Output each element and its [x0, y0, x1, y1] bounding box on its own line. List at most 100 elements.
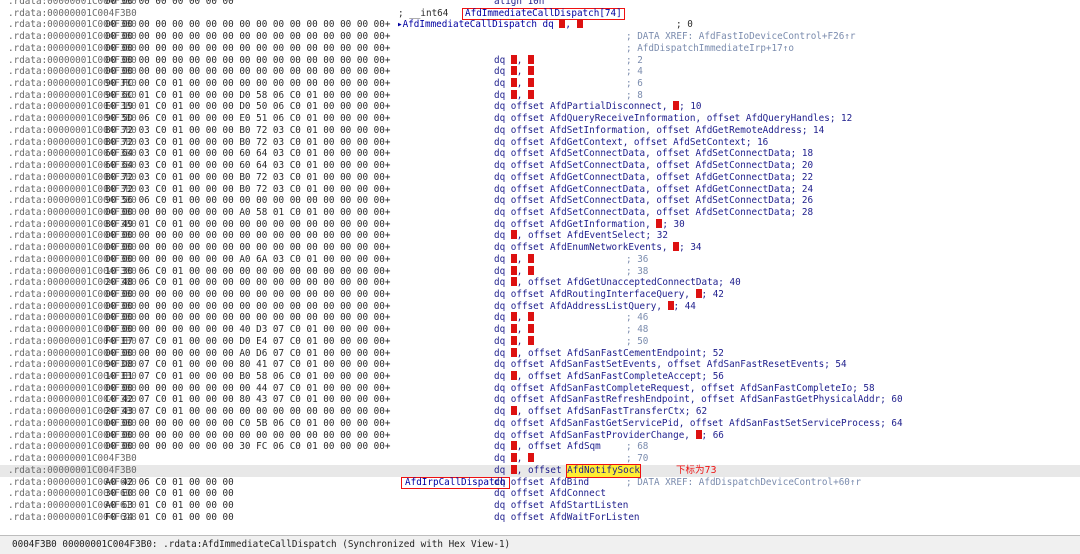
code-text: dq offset AfdSanFastRefreshEndpoint, off… — [494, 394, 903, 406]
code-text: dq , offset AfdSanFastCementEndpoint; 52 — [494, 347, 724, 359]
code-text: dq offset AfdPartialDisconnect, ; 10 — [494, 101, 702, 113]
hex-bytes: 00 00 00 00 00 00 00 00 A0 D6 07 C0 01 0… — [105, 347, 391, 359]
code-line[interactable]: .rdata:00000001C004F3B0 00 00 00 00 00 00… — [0, 54, 1080, 67]
code-line[interactable]: .rdata:00000001C004F3B0 00 00 00 00 00 00… — [0, 43, 1080, 55]
hex-bytes: 00 00 00 00 00 00 00 00 00 00 00 00 00 0… — [105, 54, 391, 66]
code-line[interactable]: .rdata:00000001C004F3B0 C0 42 07 C0 01 00… — [0, 394, 1080, 406]
hex-bytes: 00 00 00 00 00 00 00 00 00 00 00 00 00 0… — [105, 289, 391, 300]
code-line[interactable]: .rdata:00000001C004F3B0 60 64 03 C0 01 00… — [0, 160, 1080, 172]
hex-bytes: 90 FC 00 C0 01 00 00 00 00 00 00 00 00 0… — [105, 78, 391, 90]
code-text: dq offset AfdEnumNetworkEvents, ; 34 — [494, 242, 702, 254]
code-line[interactable]: .rdata:00000001C004F3B0 00 00 00 00 00 00… — [0, 0, 1080, 8]
hex-bytes: 00 00 00 00 00 00 00 00 00 00 00 00 00 0… — [105, 312, 391, 324]
redaction-block — [528, 89, 534, 99]
afd-notify-sock-highlight[interactable]: AfdNotifySock — [566, 463, 641, 478]
code-text: dq offset AfdWaitForListen — [494, 511, 640, 523]
code-line[interactable]: .rdata:00000001C004F3B0 ; __int64 AfdImmed… — [0, 7, 1080, 20]
hex-bytes: A0 63 01 C0 01 00 00 00 — [105, 499, 234, 511]
comment: ; 6 — [626, 78, 643, 90]
code-text: dq offset AfdSetConnectData, offset AfdS… — [494, 148, 814, 160]
decl-type: ; __int64 — [398, 7, 449, 19]
code-line[interactable]: .rdata:00000001C004F3B0 B0 72 03 C0 01 00… — [0, 137, 1080, 149]
code-line[interactable]: .rdata:00000001C004F3B0 00 00 00 00 00 00… — [0, 230, 1080, 242]
hex-bytes: F0 34 01 C0 01 00 00 00 — [105, 511, 234, 523]
code-text: dq offset AfdSetConnectData, offset AfdS… — [494, 195, 814, 207]
code-line[interactable]: .rdata:00000001C004F3B0 00 00 00 00 00 00… — [0, 66, 1080, 78]
redaction-block — [510, 230, 517, 240]
line-address: .rdata:00000001C004F3B0 — [8, 464, 137, 476]
redaction-block — [673, 101, 680, 111]
redaction-block — [695, 289, 702, 298]
code-line[interactable]: .rdata:00000001C004F3B0 00 00 00 00 00 00… — [0, 253, 1080, 266]
code-text: dq offset AfdQueryReceiveInformation, of… — [494, 113, 853, 125]
disassembly-view[interactable]: .rdata:00000001C004F3B0 00 00 00 00 00 00… — [0, 0, 1080, 553]
hex-bytes: 00 00 00 00 00 00 00 00 00 00 00 00 00 0… — [105, 300, 391, 312]
code-text: dq , — [494, 324, 534, 336]
hex-bytes: 90 56 06 C0 01 00 00 00 00 00 00 00 00 0… — [105, 195, 391, 207]
code-line[interactable]: .rdata:00000001C004F608 30 E0 00 C0 01 00… — [0, 488, 1080, 500]
code-line[interactable]: .rdata:00000001C004F3B0 B0 72 03 C0 01 00… — [0, 125, 1080, 137]
code-line[interactable]: .rdata:00000001C004F3B0 00 00 00 00 00 00… — [0, 347, 1080, 360]
hex-bytes: A0 42 06 C0 01 00 00 00 — [105, 476, 234, 488]
code-line[interactable]: .rdata:00000001C004F3B0 00 00 00 00 00 00… — [0, 383, 1080, 395]
code-text: dq offset AfdConnect — [494, 488, 606, 500]
code-line[interactable]: .rdata:00000001C004F3B0 60 64 03 C0 01 00… — [0, 148, 1080, 160]
comment: ; 2 — [626, 54, 643, 66]
code-line[interactable]: .rdata:00000001C004F3B0 90 56 06 C0 01 00… — [0, 195, 1080, 207]
code-text: dq offset AfdSanFastSetEvents, offset Af… — [494, 359, 847, 371]
line-address: .rdata:00000001C004F3B0 — [8, 7, 137, 19]
hex-bytes: 00 00 00 00 00 00 00 00 00 44 07 C0 01 0… — [105, 382, 391, 394]
code-line[interactable]: .rdata:00000001C004F3B0 80 49 01 C0 01 00… — [0, 218, 1080, 231]
hex-bytes: 00 00 00 00 00 00 00 00 C0 5B 06 C0 01 0… — [105, 417, 391, 429]
code-line[interactable]: .rdata:00000001C004F3B0 10 E1 07 C0 01 00… — [0, 371, 1080, 383]
code-line[interactable]: .rdata:00000001C004F3B0 00 00 00 00 00 00… — [0, 300, 1080, 313]
code-text: dq , offset AfdSqm — [494, 441, 601, 453]
hex-bytes: 20 48 06 C0 01 00 00 00 00 00 00 00 00 0… — [105, 277, 391, 289]
hex-bytes: 00 00 00 00 00 00 00 00 A0 58 01 C0 01 0… — [105, 206, 391, 218]
code-line[interactable]: .rdata:00000001C004F3B0 90 5D 06 C0 01 00… — [0, 113, 1080, 125]
code-line[interactable]: .rdata:00000001C004F3B0 B0 72 03 C0 01 00… — [0, 172, 1080, 184]
hex-bytes: 00 00 00 00 00 00 00 00 00 00 00 00 00 0… — [105, 242, 391, 254]
code-line[interactable]: .rdata:00000001C004F3B0 20 48 06 C0 01 00… — [0, 277, 1080, 289]
code-line[interactable]: .rdata:00000001C004F3B0 00 00 00 00 00 00… — [0, 324, 1080, 336]
decl-name-boxed[interactable]: AfdImmediateCallDispatch[74] — [462, 7, 625, 20]
redaction-block — [528, 253, 534, 263]
hex-bytes: 90 5D 06 C0 01 00 00 00 E0 51 06 C0 01 0… — [105, 113, 391, 125]
code-line[interactable]: .rdata:00000001C004F3B0 90 D8 07 C0 01 00… — [0, 359, 1080, 371]
code-line[interactable]: .rdata:00000001C004F3B0 00 00 00 00 00 00… — [0, 441, 1080, 453]
code-text: dq , — [494, 312, 534, 324]
code-line[interactable]: .rdata:00000001C004F3B0 E0 19 01 C0 01 00… — [0, 101, 1080, 113]
redaction-block — [510, 78, 517, 88]
code-line[interactable]: .rdata:00000001C004F3B0 dq , ; 70 — [0, 453, 1080, 465]
hex-bytes: 10 30 06 C0 01 00 00 00 00 00 00 00 00 0… — [105, 265, 391, 277]
code-line[interactable]: .rdata:00000001C004F3B0 10 30 06 C0 01 00… — [0, 265, 1080, 278]
code-line[interactable]: .rdata:00000001C004F618 F0 34 01 C0 01 00… — [0, 512, 1080, 524]
code-line[interactable]: .rdata:00000001C004F3B0 00 00 00 00 00 00… — [0, 31, 1080, 43]
code-line[interactable]: .rdata:00000001C004F600 A0 42 06 C0 01 00… — [0, 476, 1080, 489]
code-line[interactable]: .rdata:00000001C004F3B0 00 00 00 00 00 00… — [0, 312, 1080, 324]
code-line[interactable]: .rdata:00000001C004F3B0 F0 E7 07 C0 01 00… — [0, 335, 1080, 348]
redaction-block — [528, 66, 534, 76]
code-line[interactable]: .rdata:00000001C004F3B0 00 00 00 00 00 00… — [0, 242, 1080, 254]
code-line[interactable]: .rdata:00000001C004F3B0 90 6C 01 C0 01 00… — [0, 89, 1080, 102]
redaction-block — [528, 453, 534, 463]
code-line[interactable]: .rdata:00000001C004F3B0 00 00 00 00 00 00… — [0, 418, 1080, 430]
comment: ; 68 — [626, 441, 649, 453]
code-line[interactable]: .rdata:00000001C004F3B0 00 00 00 00 00 00… — [0, 207, 1080, 219]
code-line[interactable]: .rdata:00000001C004F3B0 00 00 00 00 00 00… — [0, 429, 1080, 442]
code-line[interactable]: .rdata:00000001C004F3B0 20 43 07 C0 01 00… — [0, 406, 1080, 418]
comment: ; 4 — [626, 66, 643, 78]
code-text: dq , — [494, 253, 534, 266]
hex-bytes: B0 72 03 C0 01 00 00 00 B0 72 03 C0 01 0… — [105, 136, 391, 148]
code-line[interactable]: .rdata:00000001C004F3B0 00 00 00 00 00 00… — [0, 19, 1080, 31]
comment: ; 48 — [626, 324, 649, 336]
code-line[interactable]: .rdata:00000001C004F3B0 00 00 00 00 00 00… — [0, 289, 1080, 301]
redaction-block — [510, 347, 517, 357]
code-text: dq offset AfdGetContext, offset AfdSetCo… — [494, 136, 769, 148]
code-line[interactable]: .rdata:00000001C004F3B0 dq , offset AfdNo… — [0, 463, 1080, 478]
code-line[interactable]: .rdata:00000001C004F3B0 90 FC 00 C0 01 00… — [0, 78, 1080, 90]
redaction-block — [510, 265, 517, 275]
code-line[interactable]: .rdata:00000001C004F610 A0 63 01 C0 01 00… — [0, 500, 1080, 512]
code-text: dq , offset AfdSanFastCompleteAccept; 56 — [494, 371, 724, 383]
code-line[interactable]: .rdata:00000001C004F3B0 B0 72 03 C0 01 00… — [0, 184, 1080, 196]
